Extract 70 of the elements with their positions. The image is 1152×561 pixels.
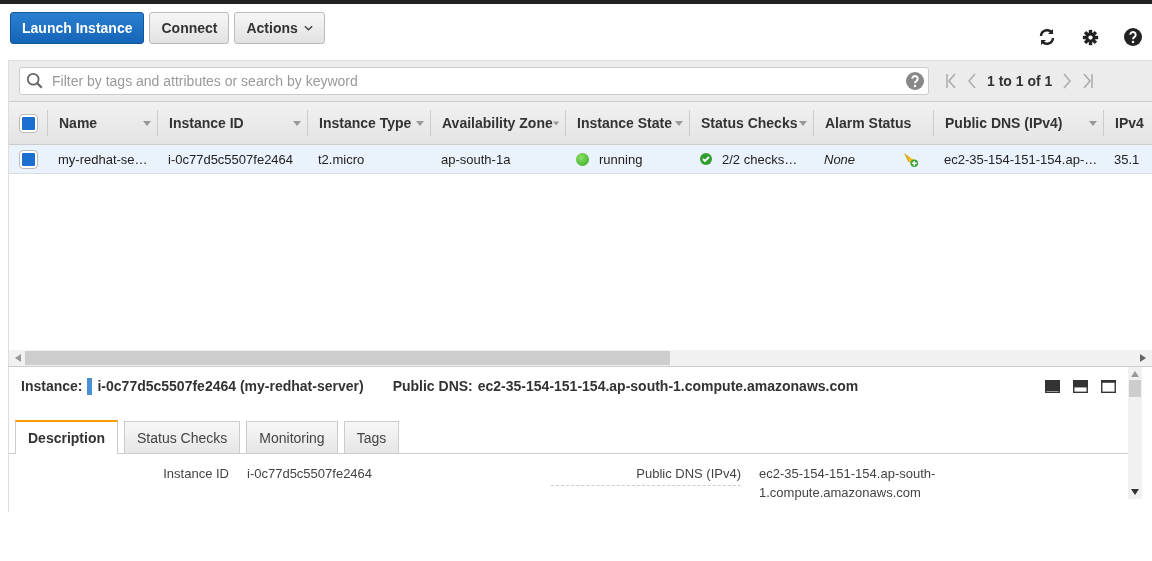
- search-bar[interactable]: Filter by tags and attributes or search by keyword: [19, 67, 929, 95]
- sort-caret-icon[interactable]: [552, 120, 559, 126]
- panel-layout-icon[interactable]: [1045, 379, 1060, 393]
- column-header[interactable]: Alarm Status: [813, 110, 933, 136]
- column-header[interactable]: Public DNS (IPv4): [933, 110, 1103, 136]
- sort-caret-icon[interactable]: [675, 120, 683, 126]
- table-cell: i-0c77d5c5507fe2464: [168, 151, 294, 167]
- scroll-left-icon[interactable]: [15, 354, 21, 362]
- first-page-icon[interactable]: [945, 73, 957, 89]
- table-cell: running: [599, 151, 643, 167]
- select-all-checkbox[interactable]: [19, 114, 37, 132]
- sort-caret-icon[interactable]: [416, 120, 424, 126]
- tab[interactable]: Status Checks: [124, 421, 241, 453]
- table-cell: my-redhat-se…: [58, 151, 148, 167]
- row-checkbox[interactable]: [19, 150, 37, 168]
- sort-caret-icon[interactable]: [143, 120, 151, 126]
- previous-page-icon[interactable]: [967, 73, 977, 89]
- tab[interactable]: Monitoring: [246, 421, 338, 453]
- scroll-thumb[interactable]: [1129, 380, 1141, 397]
- field-label: Public DNS (IPv4): [551, 466, 741, 486]
- check-icon: [700, 153, 712, 165]
- column-header[interactable]: Instance ID: [157, 110, 307, 136]
- table-cell: 35.1: [1114, 151, 1140, 167]
- horizontal-scrollbar[interactable]: [9, 350, 1152, 366]
- field-value: i-0c77d5c5507fe2464: [247, 465, 374, 483]
- public-dns-label: Public DNS:: [392, 378, 473, 394]
- actions-dropdown[interactable]: Actions: [234, 12, 325, 44]
- help-icon[interactable]: [1124, 28, 1142, 46]
- next-page-icon[interactable]: [1062, 73, 1073, 89]
- table-cell: None: [824, 151, 856, 167]
- field-label: Instance ID: [162, 466, 229, 483]
- panel-layout-icon[interactable]: [1073, 379, 1088, 393]
- table-cell: t2.micro: [318, 151, 365, 167]
- status-dot-icon: [576, 152, 589, 166]
- caret-icon[interactable]: [303, 25, 313, 31]
- scroll-up-icon[interactable]: [1131, 371, 1139, 377]
- search-field[interactable]: Filter by tags and attributes or search by keyword: [50, 72, 900, 90]
- vertical-scrollbar[interactable]: [1128, 367, 1142, 499]
- sort-caret-icon[interactable]: [293, 120, 301, 126]
- table-row[interactable]: my-redhat-se… i-0c77d5c5507fe2464 t2.micro ap-south-1a running 2/2 checks… None ec2-35-154-151-154.ap-… 35.1: [9, 145, 1152, 174]
- refresh-icon[interactable]: [1037, 27, 1057, 47]
- column-header[interactable]: Instance State: [565, 110, 689, 136]
- field-value: ec2-35-154-151-154.ap-south-1.compute.amazonaws.com: [759, 465, 937, 502]
- sort-caret-icon[interactable]: [799, 120, 807, 126]
- bell-plus-icon[interactable]: [902, 150, 919, 168]
- column-header[interactable]: Name: [47, 110, 157, 136]
- panel-layout-icon[interactable]: [1101, 379, 1116, 393]
- public-dns-value: ec2-35-154-151-154.ap-south-1.compute.amazonaws.com: [477, 378, 859, 394]
- table-cell: ec2-35-154-151-154.ap-…: [944, 151, 1098, 167]
- column-header[interactable]: Availability Zone: [430, 110, 565, 136]
- search-icon: [26, 72, 44, 90]
- pagination-text: 1 to 1 of 1: [987, 73, 1053, 89]
- scroll-thumb[interactable]: [25, 351, 670, 365]
- tab[interactable]: Tags: [343, 421, 400, 453]
- column-header[interactable]: Instance Type: [307, 110, 430, 136]
- column-header[interactable]: IPv4: [1103, 110, 1152, 136]
- last-page-icon[interactable]: [1082, 73, 1095, 89]
- instance-marker-icon: [87, 377, 93, 395]
- scroll-right-icon[interactable]: [1140, 354, 1146, 362]
- settings-icon[interactable]: [1082, 28, 1099, 46]
- scroll-down-icon[interactable]: [1131, 489, 1139, 495]
- table-cell: 2/2 checks…: [722, 151, 798, 167]
- instance-label: Instance:: [21, 378, 83, 394]
- table-cell: ap-south-1a: [441, 151, 511, 167]
- tab[interactable]: Description: [15, 420, 118, 454]
- launch-button[interactable]: Launch Instance: [10, 12, 145, 44]
- connect-button[interactable]: Connect: [149, 12, 230, 44]
- column-header[interactable]: Status Checks: [689, 110, 813, 136]
- instance-title: i-0c77d5c5507fe2464 (my-redhat-server): [97, 378, 364, 394]
- sort-caret-icon[interactable]: [1089, 120, 1097, 126]
